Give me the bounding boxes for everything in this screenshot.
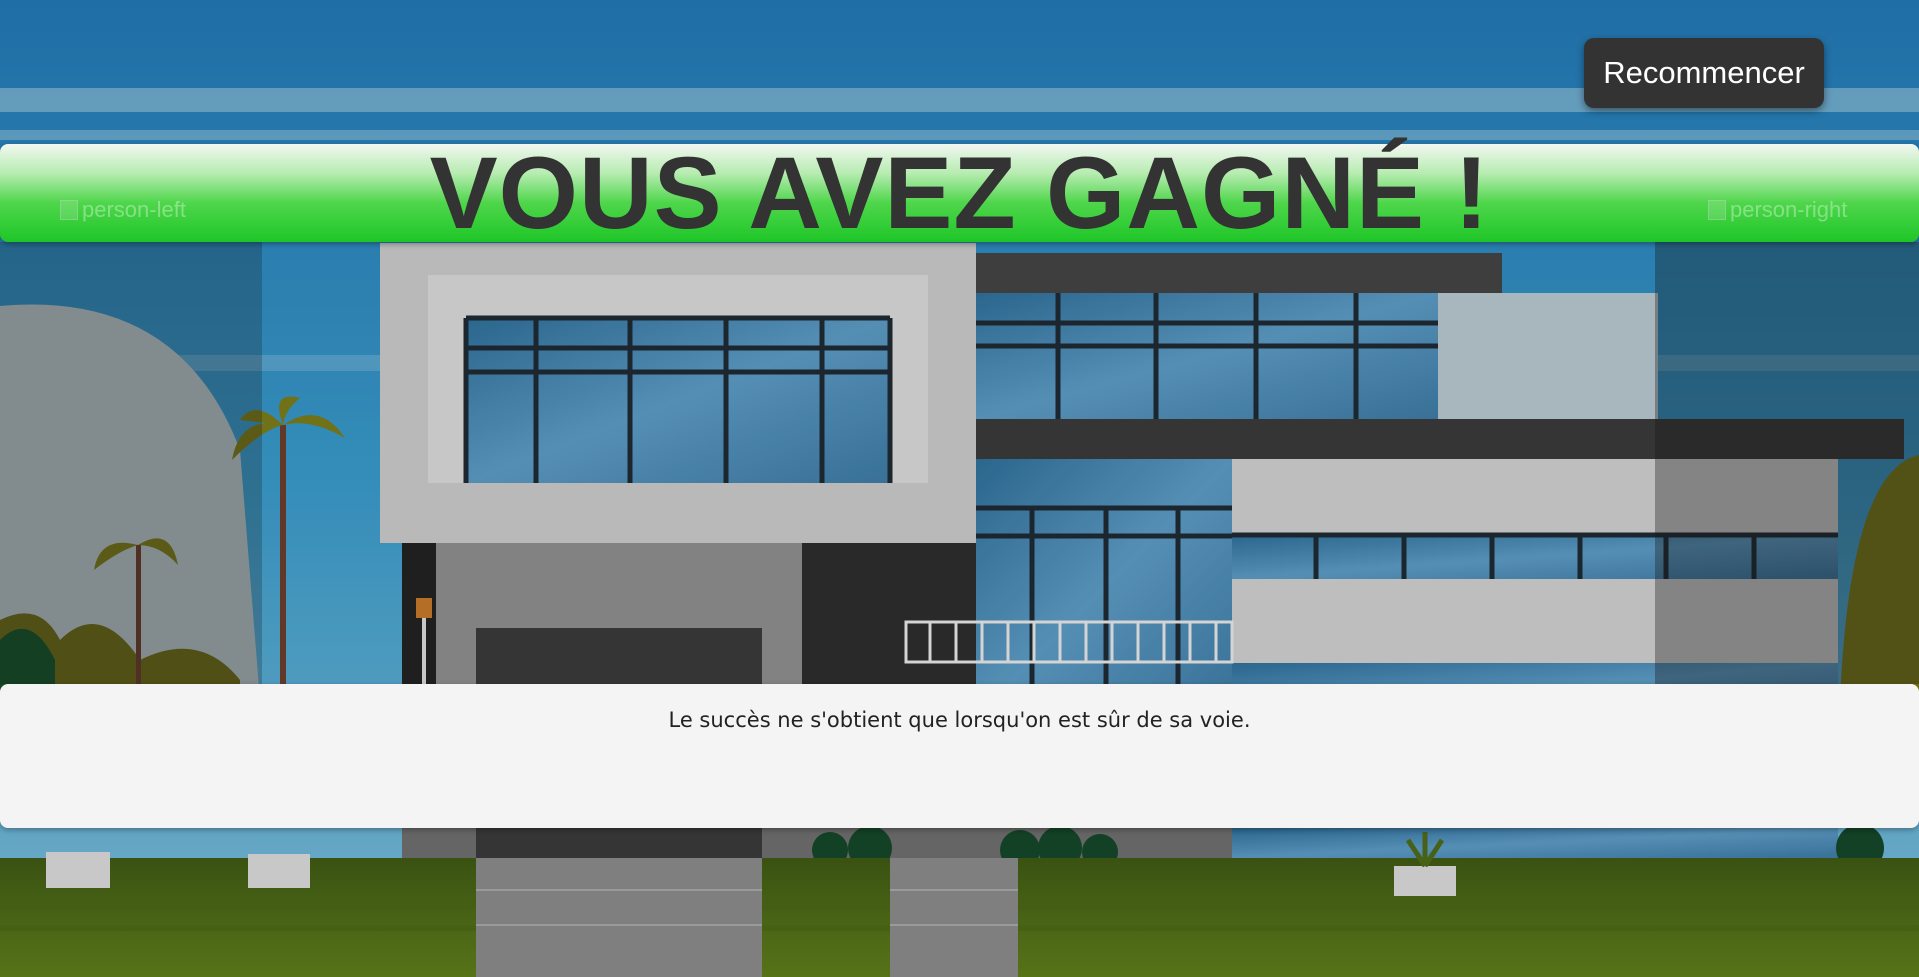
restart-button[interactable]: Recommencer	[1584, 38, 1824, 108]
message-text: Le succès ne s'obtient que lorsqu'on est…	[668, 708, 1251, 732]
win-title: VOUS AVEZ GAGNÉ !	[429, 136, 1490, 250]
message-panel	[0, 684, 1919, 828]
